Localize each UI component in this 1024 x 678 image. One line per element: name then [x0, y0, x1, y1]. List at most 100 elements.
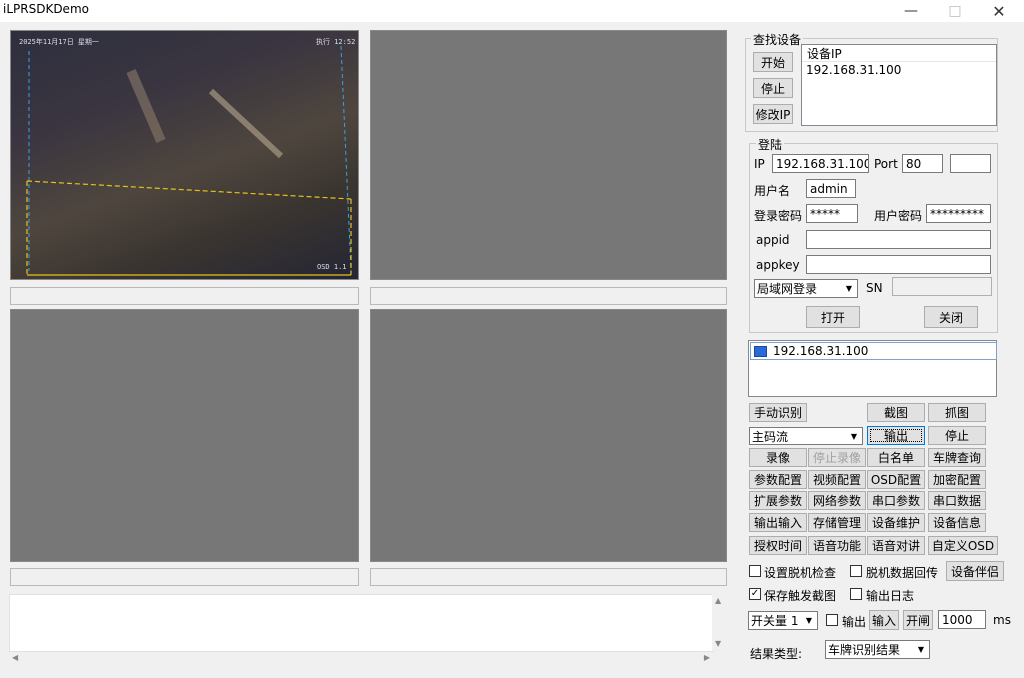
chevron-down-icon[interactable]: ▼	[841, 280, 857, 297]
video-panel-3[interactable]	[10, 309, 359, 562]
ext-param-button[interactable]: 扩展参数	[749, 491, 807, 510]
offline-data-label: 脱机数据回传	[866, 566, 939, 580]
output-log-label: 输出日志	[866, 589, 915, 603]
maximize-icon[interactable]: □	[934, 0, 976, 22]
video-panel-1[interactable]: 2025年11月17日 星期一 执行 12:52 OSD 1.1	[10, 30, 359, 280]
device-info-button[interactable]: 设备信息	[928, 513, 986, 532]
video-panel-2[interactable]	[370, 30, 727, 280]
net-param-button[interactable]: 网络参数	[808, 491, 866, 510]
whitelist-button[interactable]: 白名单	[867, 448, 925, 467]
capture-button[interactable]: 抓图	[928, 403, 986, 422]
device-ip-list-item[interactable]: 192.168.31.100	[802, 62, 996, 77]
chevron-down-icon[interactable]: ▼	[913, 641, 929, 658]
login-mode-select[interactable]: 局域网登录 ▼	[754, 279, 858, 298]
open-gate-button[interactable]: 开闸	[903, 610, 933, 630]
close-icon[interactable]: ✕	[978, 0, 1020, 22]
ip-label: IP	[754, 157, 765, 171]
scroll-right-icon[interactable]: ▶	[704, 653, 710, 662]
log-textarea[interactable]	[9, 594, 714, 652]
auth-time-button[interactable]: 授权时间	[749, 536, 807, 555]
offline-data-checkbox[interactable]	[850, 565, 862, 577]
save-trigger-label: 保存触发截图	[764, 589, 837, 603]
serial-data-button[interactable]: 串口数据	[928, 491, 986, 510]
chevron-down-icon[interactable]: ▼	[846, 428, 862, 444]
video-config-button[interactable]: 视频配置	[808, 470, 866, 489]
appkey-input[interactable]	[806, 255, 991, 274]
device-tree-item-label: 192.168.31.100	[773, 344, 869, 358]
scroll-left-icon[interactable]: ◀	[12, 653, 18, 662]
open-button[interactable]: 打开	[806, 306, 860, 328]
log-vertical-scrollbar[interactable]: ▲ ▼	[712, 594, 726, 650]
ms-input[interactable]: 1000	[938, 610, 986, 629]
find-device-group-label: 查找设备	[751, 31, 804, 48]
device-tree-item[interactable]: 192.168.31.100	[750, 342, 997, 360]
modify-ip-button[interactable]: 修改IP	[753, 104, 793, 124]
stream-select[interactable]: 主码流 ▼	[749, 427, 863, 445]
intercom-button[interactable]: 语音对讲	[867, 536, 925, 555]
sn-input[interactable]	[892, 277, 992, 296]
find-start-button[interactable]: 开始	[753, 52, 793, 72]
video-top-right-overlay: 执行 12:52	[316, 38, 356, 46]
voice-button[interactable]: 语音功能	[808, 536, 866, 555]
param-config-button[interactable]: 参数配置	[749, 470, 807, 489]
video-status-2	[370, 287, 727, 305]
user-password-input[interactable]: *********	[926, 204, 991, 223]
monitor-icon	[754, 345, 767, 357]
io-output-checkbox[interactable]	[826, 614, 838, 626]
title-bar	[0, 0, 1024, 22]
user-password-label: 用户密码	[874, 209, 923, 223]
osd-config-button[interactable]: OSD配置	[867, 470, 925, 489]
stop-button[interactable]: 停止	[928, 426, 986, 445]
video-status-4	[370, 568, 727, 586]
video-status-3	[10, 568, 359, 586]
output-button[interactable]: 输出	[867, 426, 925, 445]
appkey-label: appkey	[756, 258, 800, 272]
stop-record-button[interactable]: 停止录像	[808, 448, 866, 467]
video-osd-overlay: OSD 1.1	[317, 263, 347, 271]
video-panel-4[interactable]	[370, 309, 727, 562]
io-input-button[interactable]: 输入	[869, 610, 899, 630]
chevron-down-icon[interactable]: ▼	[801, 612, 817, 629]
offline-check-checkbox[interactable]	[749, 565, 761, 577]
video-time-overlay: 2025年11月17日 星期一	[19, 38, 99, 46]
record-button[interactable]: 录像	[749, 448, 807, 467]
video-status-1	[10, 287, 359, 305]
ip-input[interactable]: 192.168.31.100	[772, 154, 869, 173]
save-trigger-checkbox[interactable]: ✓	[749, 588, 761, 600]
checkmark-icon: ✓	[750, 588, 760, 599]
appid-input[interactable]	[806, 230, 991, 249]
screenshot-button[interactable]: 截图	[867, 403, 925, 422]
device-ip-list-header[interactable]: 设备IP	[802, 45, 996, 62]
appid-label: appid	[756, 233, 790, 247]
maintain-button[interactable]: 设备维护	[867, 513, 925, 532]
port-input[interactable]: 80	[902, 154, 943, 173]
login-password-label: 登录密码	[754, 209, 803, 223]
plate-query-button[interactable]: 车牌查询	[928, 448, 986, 467]
result-type-label: 结果类型:	[750, 647, 803, 661]
output-log-checkbox[interactable]	[850, 588, 862, 600]
find-stop-button[interactable]: 停止	[753, 78, 793, 98]
log-horizontal-scrollbar[interactable]: ◀ ▶	[9, 652, 714, 666]
port-label: Port	[874, 157, 898, 171]
username-label: 用户名	[754, 184, 791, 198]
device-partner-button[interactable]: 设备伴侣	[946, 561, 1004, 581]
encrypt-config-button[interactable]: 加密配置	[928, 470, 986, 489]
device-tree-list[interactable]: 192.168.31.100	[748, 340, 997, 397]
close-button[interactable]: 关闭	[924, 306, 978, 328]
username-input[interactable]: admin	[806, 179, 856, 198]
custom-osd-button[interactable]: 自定义OSD	[928, 536, 998, 555]
serial-param-button[interactable]: 串口参数	[867, 491, 925, 510]
device-ip-list[interactable]: 设备IP 192.168.31.100	[801, 44, 997, 126]
manual-recognize-button[interactable]: 手动识别	[749, 403, 807, 422]
storage-button[interactable]: 存储管理	[808, 513, 866, 532]
scroll-down-icon[interactable]: ▼	[715, 639, 721, 648]
result-type-select[interactable]: 车牌识别结果 ▼	[825, 640, 930, 659]
offline-check-label: 设置脱机检查	[764, 566, 837, 580]
scroll-up-icon[interactable]: ▲	[715, 596, 721, 605]
extra-input[interactable]	[950, 154, 991, 173]
minimize-icon[interactable]: —	[890, 0, 932, 22]
login-password-input[interactable]: *****	[806, 204, 858, 223]
switch-select[interactable]: 开关量 1 ▼	[748, 611, 818, 630]
ms-unit-label: ms	[993, 613, 1011, 627]
io-button[interactable]: 输出输入	[749, 513, 807, 532]
